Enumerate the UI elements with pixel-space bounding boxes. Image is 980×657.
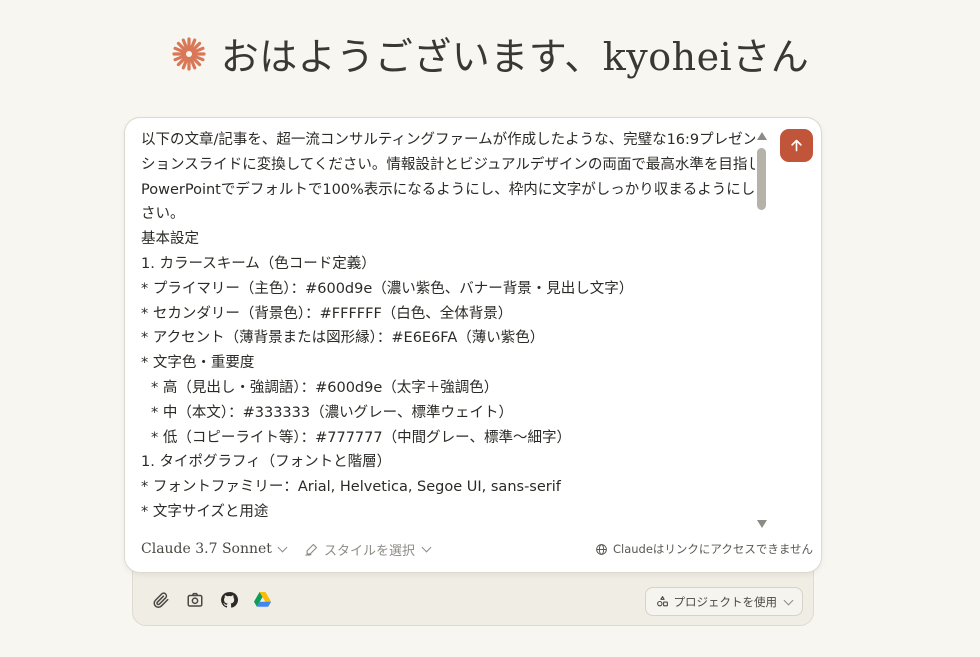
- prompt-line: * アクセント（薄背景または図形縁）：#E6E6FA（薄い紫色）: [141, 330, 545, 347]
- model-selector[interactable]: Claude 3.7 Sonnet: [141, 541, 288, 557]
- github-icon[interactable]: [219, 590, 238, 609]
- prompt-line: 以下の文章/記事を、超一流コンサルティングファームが作成したような、完璧な16:…: [141, 132, 755, 148]
- prompt-scrollbar[interactable]: [755, 132, 769, 528]
- prompt-line: さい。: [141, 206, 185, 223]
- prompt-line: * 文字色・重要度: [141, 355, 255, 372]
- google-drive-icon[interactable]: [253, 590, 272, 609]
- greeting-text: おはようございます、kyoheiさん: [220, 35, 810, 79]
- scroll-up-arrow-icon[interactable]: [757, 132, 767, 140]
- web-note-text: Claudeはリンクにアクセスできません: [612, 542, 813, 556]
- prompt-line: * 文字サイズと用途: [141, 503, 269, 520]
- prompt-line: * 高（見出し・強調語）：#600d9e（太字＋強調色）: [151, 379, 499, 396]
- prompt-line: 基本設定: [141, 231, 199, 248]
- claude-spark-icon: [172, 36, 206, 71]
- scroll-down-arrow-icon[interactable]: [757, 520, 767, 528]
- project-icon: [656, 596, 668, 607]
- prompt-line: * フォントファミリー：Arial, Helvetica, Segoe UI, …: [141, 479, 561, 496]
- prompt-textarea[interactable]: 以下の文章/記事を、超一流コンサルティングファームが作成したような、完璧な16:…: [141, 128, 755, 532]
- prompt-line: PowerPointでデフォルトで100%表示になるようにし、枠内に文字がしっか…: [141, 181, 755, 198]
- attach-paperclip-icon[interactable]: [151, 590, 170, 609]
- model-label: Claude 3.7 Sonnet: [141, 541, 272, 557]
- prompt-line: * プライマリー（主色）：#600d9e（濃い紫色、バナー背景・見出し文字）: [141, 280, 634, 297]
- use-project-button[interactable]: プロジェクトを使用: [644, 587, 803, 616]
- style-selector[interactable]: スタイルを選択: [304, 540, 432, 559]
- greeting-header: おはようございます、kyoheiさん: [0, 26, 980, 81]
- web-access-note: Claudeはリンクにアクセスできません: [595, 541, 813, 557]
- use-project-label: プロジェクトを使用: [673, 594, 778, 609]
- scroll-thumb[interactable]: [757, 148, 766, 210]
- prompt-line: * 中（本文）：#333333（濃いグレー、標準ウェイト）: [151, 404, 513, 421]
- chevron-down-icon: [421, 542, 432, 553]
- arrow-up-icon: [791, 139, 802, 152]
- prompt-input-card: 以下の文章/記事を、超一流コンサルティングファームが作成したような、完璧な16:…: [124, 117, 822, 573]
- send-button[interactable]: [780, 129, 813, 162]
- pen-style-icon: [305, 543, 317, 556]
- prompt-line: 1. カラースキーム（色コード定義）: [141, 255, 376, 272]
- card-footer: Claude 3.7 Sonnet スタイルを選択 Claudeはリンクにアクセ…: [141, 538, 813, 560]
- chevron-down-icon: [783, 595, 794, 605]
- chevron-down-icon: [277, 542, 288, 553]
- greeting-inner: おはようございます、kyoheiさん: [171, 26, 809, 81]
- tray-icons: [151, 590, 272, 609]
- prompt-line: ションスライドに変換してください。情報設計とビジュアルデザインの両面で最高水準を…: [141, 156, 755, 173]
- prompt-line: * セカンダリー（背景色）：#FFFFFF（白色、全体背景）: [141, 305, 513, 322]
- prompt-line: 1. タイポグラフィ（フォントと階層）: [141, 454, 392, 471]
- screenshot-camera-icon[interactable]: [185, 590, 204, 609]
- style-label: スタイルを選択: [323, 543, 415, 559]
- globe-icon: [596, 543, 607, 555]
- prompt-line: * 低（コピーライト等）：#777777（中間グレー、標準〜細字）: [151, 429, 571, 446]
